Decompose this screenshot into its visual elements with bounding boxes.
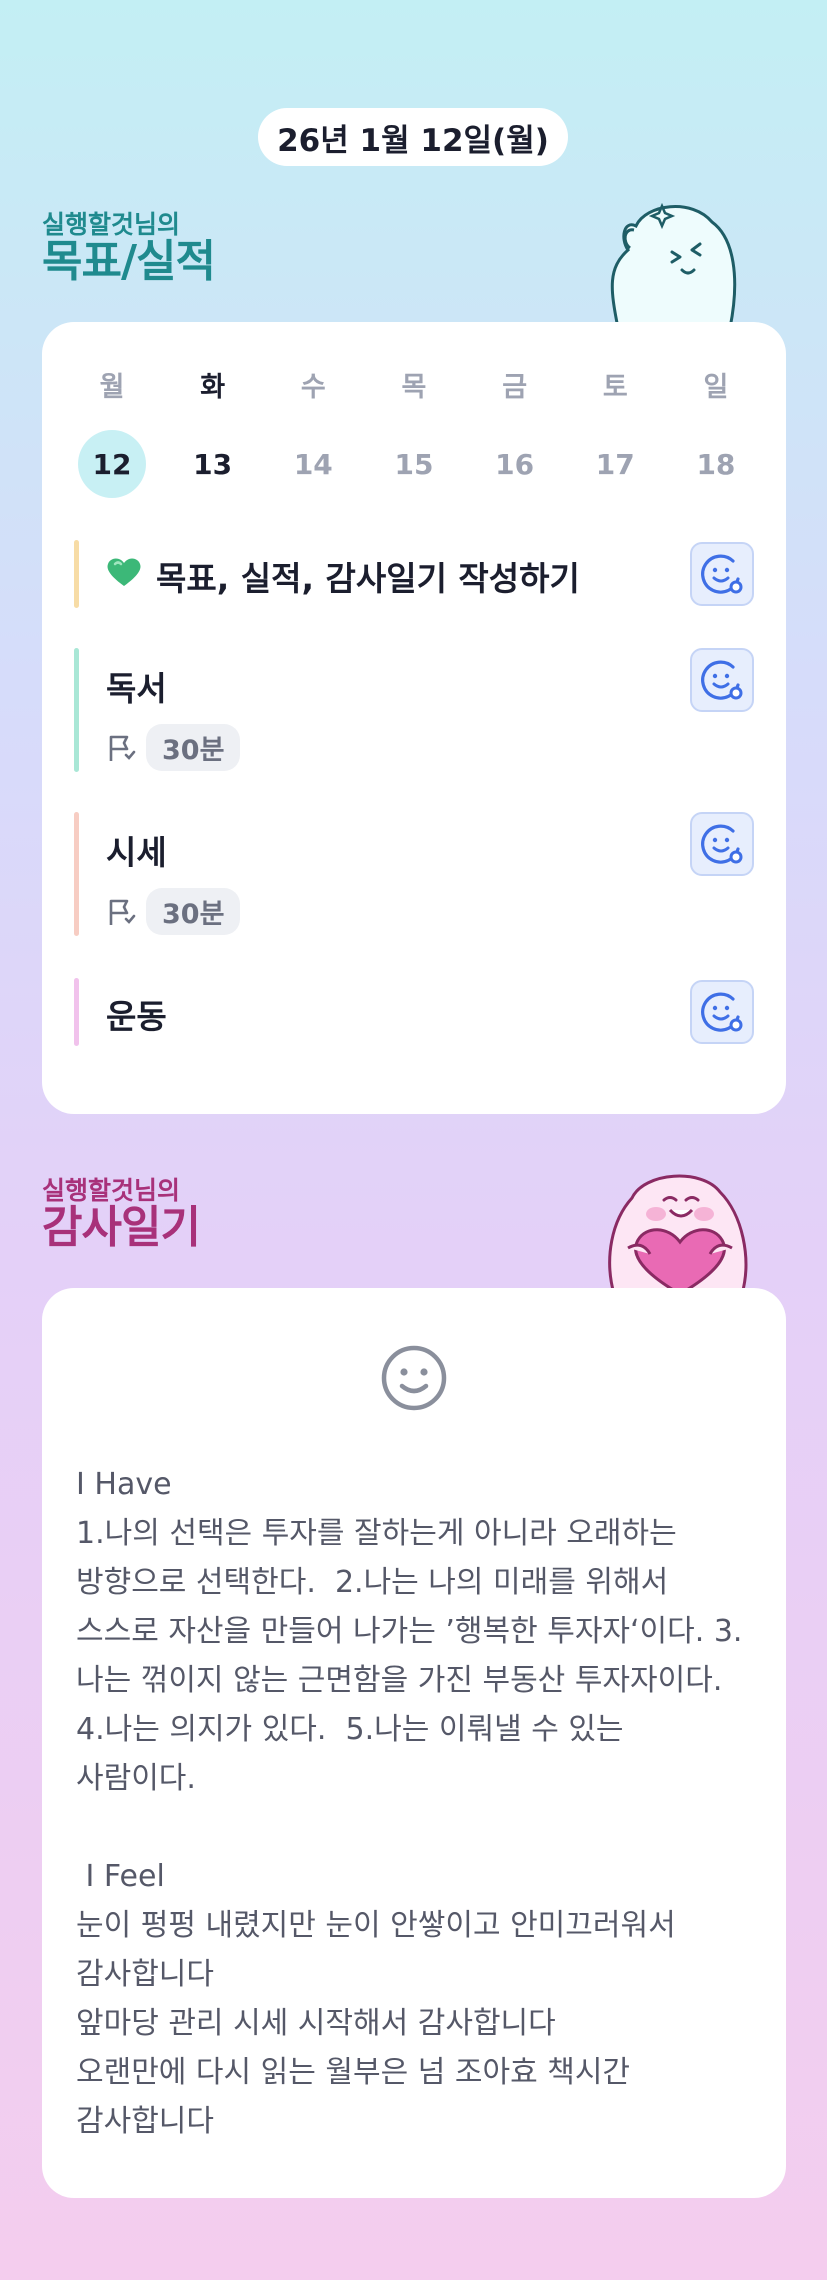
task-item[interactable]: 시세 30분: [74, 812, 754, 936]
task-color-bar: [74, 978, 79, 1046]
task-title: 시세: [106, 833, 167, 872]
task-item[interactable]: 독서 30분: [74, 648, 754, 772]
task-title: 독서: [106, 669, 167, 708]
date-cell[interactable]: 16: [481, 430, 549, 498]
goals-label-main: 목표/실적: [42, 236, 216, 287]
reaction-button[interactable]: [690, 542, 754, 606]
smile-add-icon: [701, 992, 743, 1032]
duration-chip: 30분: [146, 888, 241, 935]
task-color-bar: [74, 648, 79, 772]
weekday-label: 목: [401, 371, 427, 403]
smile-face-icon: [381, 1345, 447, 1411]
goals-section-label: 실행할것님의 목표/실적: [42, 210, 216, 287]
smile-add-icon: [701, 660, 743, 700]
weekday-label: 토: [602, 371, 628, 403]
weekday-label: 일: [703, 371, 729, 403]
flag-icon: [109, 735, 136, 761]
task-color-bar: [74, 812, 79, 936]
task-meta: 30분: [106, 724, 241, 771]
date-cell[interactable]: 18: [682, 430, 750, 498]
diary-body-text: I Have 1.나의 선택은 투자를 잘하는게 아니라 오래하는 방향으로 선…: [76, 1467, 743, 2139]
task-item[interactable]: 운동: [74, 978, 754, 1046]
task-color-bar: [74, 540, 79, 608]
date-pill[interactable]: 26년 1월 12일(월): [258, 108, 568, 166]
weekday-label: 월: [99, 371, 125, 403]
date-cell[interactable]: 14: [279, 430, 347, 498]
reaction-button[interactable]: [690, 812, 754, 876]
flag-icon: [109, 899, 136, 925]
task-meta: 30분: [106, 888, 241, 935]
diary-label-main: 감사일기: [42, 1202, 201, 1253]
green-heart-icon: [106, 556, 142, 596]
task-title-row: 목표, 실적, 감사일기 작성하기: [106, 552, 580, 600]
reaction-button[interactable]: [690, 648, 754, 712]
reaction-button[interactable]: [690, 980, 754, 1044]
diary-label-sub: 실행할것님의: [42, 1176, 181, 1205]
task-title: 운동: [106, 997, 167, 1036]
diary-card: I Have 1.나의 선택은 투자를 잘하는게 아니라 오래하는 방향으로 선…: [42, 1288, 786, 2198]
goals-label-sub: 실행할것님의: [42, 210, 181, 239]
smile-add-icon: [701, 554, 743, 594]
add-reaction-button[interactable]: [380, 1344, 448, 1416]
weekday-header: 월 화 수 목 금 토 일: [78, 364, 750, 404]
diary-section-label: 실행할것님의 감사일기: [42, 1176, 201, 1253]
date-cell[interactable]: 15: [380, 430, 448, 498]
task-item[interactable]: 목표, 실적, 감사일기 작성하기: [74, 540, 754, 608]
goals-card: 월 화 수 목 금 토 일 12 13 14 15 16 17 18 목표, 실…: [42, 322, 786, 1114]
weekday-label: 화: [200, 371, 226, 403]
duration-chip: 30분: [146, 724, 241, 771]
smile-add-icon: [701, 824, 743, 864]
date-cell[interactable]: 13: [179, 430, 247, 498]
date-cell[interactable]: 17: [581, 430, 649, 498]
ghost-mascot-icon: [600, 198, 750, 332]
heart-mascot-icon: [598, 1162, 756, 1298]
weekday-label: 수: [300, 371, 326, 403]
date-text: 26년 1월 12일(월): [277, 122, 549, 159]
week-date-row: 12 13 14 15 16 17 18: [78, 430, 750, 498]
weekday-label: 금: [502, 371, 528, 403]
task-title: 목표, 실적, 감사일기 작성하기: [156, 559, 580, 598]
date-cell-selected[interactable]: 12: [78, 430, 146, 498]
